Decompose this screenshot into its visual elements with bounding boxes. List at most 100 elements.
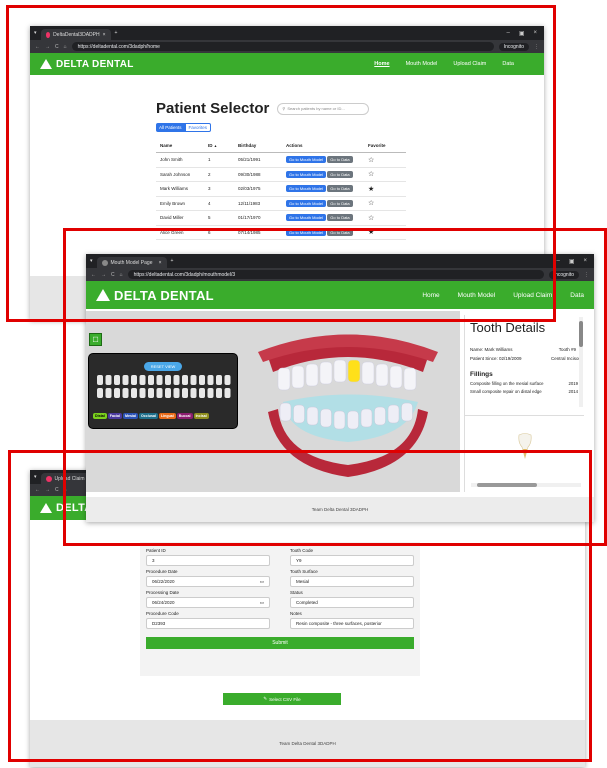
go-to-data-button[interactable]: Go to Data xyxy=(327,185,353,193)
home-icon[interactable]: ⌂ xyxy=(64,44,67,50)
lower-tooth[interactable] xyxy=(293,404,305,424)
brand-logo[interactable]: DELTA DENTAL xyxy=(96,288,214,303)
lower-tooth[interactable] xyxy=(306,406,319,426)
tooth-chart-tooth[interactable] xyxy=(105,388,112,398)
tab-menu-icon[interactable]: ▾ xyxy=(34,30,37,36)
favorite-star-icon[interactable]: ☆ xyxy=(368,200,374,207)
surface-buccal[interactable]: Buccal xyxy=(176,413,193,419)
upper-tooth[interactable] xyxy=(291,365,305,389)
lower-tooth[interactable] xyxy=(374,406,386,426)
lower-tooth[interactable] xyxy=(279,402,292,422)
upper-tooth[interactable] xyxy=(319,361,333,385)
tooth-chart-tooth[interactable] xyxy=(139,388,146,398)
new-tab-icon[interactable]: + xyxy=(115,30,118,36)
tooth-chart-tooth[interactable] xyxy=(165,388,171,398)
forward-icon[interactable]: → xyxy=(45,44,50,50)
tooth-chart-tooth[interactable] xyxy=(114,388,120,398)
tooth-chart-tooth[interactable] xyxy=(207,375,214,385)
surface-incisal[interactable]: Incisal xyxy=(193,413,209,419)
tooth-chart-tooth[interactable] xyxy=(131,388,137,398)
selected-tooth[interactable] xyxy=(347,359,361,383)
toggle-panel-button[interactable]: ☐ xyxy=(89,333,102,346)
home-icon[interactable]: ⌂ xyxy=(120,272,123,278)
go-to-mouth-model-button[interactable]: Go to Mouth Model xyxy=(286,214,327,222)
tab-menu-icon[interactable]: ▾ xyxy=(90,258,93,264)
go-to-data-button[interactable]: Go to Data xyxy=(327,170,353,178)
back-icon[interactable]: ← xyxy=(91,272,96,278)
procedure-date-field[interactable]: 06/22/2020 ▭ xyxy=(146,576,270,587)
favorite-star-icon[interactable]: ★ xyxy=(368,229,374,236)
tooth-chart-tooth[interactable] xyxy=(148,375,154,385)
patient-id-field[interactable]: 3 xyxy=(146,555,270,566)
tab-menu-icon[interactable]: ▾ xyxy=(34,474,37,480)
close-tab-icon[interactable]: × xyxy=(103,32,106,38)
col-id[interactable]: ID ▲ xyxy=(204,138,234,153)
upper-tooth[interactable] xyxy=(305,363,319,387)
go-to-mouth-model-button[interactable]: Go to Mouth Model xyxy=(286,156,327,164)
close-icon[interactable]: × xyxy=(533,30,537,37)
status-field[interactable]: Completed xyxy=(290,597,414,608)
panel-scrollbar[interactable] xyxy=(579,317,583,407)
surface-facial[interactable]: Facial xyxy=(107,413,122,419)
favorite-star-icon[interactable]: ☆ xyxy=(368,215,374,222)
filter-all-patients[interactable]: All Patients xyxy=(156,123,185,132)
col-name[interactable]: Name xyxy=(156,138,204,153)
url-field[interactable]: https://deltadental.com/3dadph/mouthmode… xyxy=(127,270,544,279)
nav-mouth-model[interactable]: Mouth Model xyxy=(406,61,438,67)
tooth-chart-tooth[interactable] xyxy=(148,388,154,398)
upper-tooth[interactable] xyxy=(389,365,403,389)
tooth-chart-tooth[interactable] xyxy=(114,375,120,385)
back-icon[interactable]: ← xyxy=(35,44,40,50)
notes-field[interactable]: Resin composite - three surfaces, poster… xyxy=(290,618,414,629)
select-csv-button[interactable]: ✎ Select CSV File xyxy=(223,693,341,705)
tooth-surface-field[interactable]: Mesial xyxy=(290,576,414,587)
reload-icon[interactable]: C xyxy=(111,272,115,278)
lower-tooth[interactable] xyxy=(347,410,359,430)
search-input[interactable]: ⚲ Search patients by name or ID... xyxy=(277,102,370,115)
surface-mesial[interactable]: Mesial xyxy=(123,413,138,419)
tooth-chart-tooth[interactable] xyxy=(173,388,180,398)
tooth-chart-tooth[interactable] xyxy=(97,375,103,385)
go-to-data-button[interactable]: Go to Data xyxy=(327,228,353,236)
tooth-chart-tooth[interactable] xyxy=(182,388,188,398)
tooth-chart-tooth[interactable] xyxy=(199,388,205,398)
close-icon[interactable]: × xyxy=(583,258,587,265)
lower-tooth[interactable] xyxy=(360,408,373,428)
upper-tooth[interactable] xyxy=(277,367,291,391)
tooth-chart-tooth[interactable] xyxy=(156,388,163,398)
go-to-mouth-model-button[interactable]: Go to Mouth Model xyxy=(286,228,327,236)
tooth-chart-tooth[interactable] xyxy=(173,375,180,385)
forward-icon[interactable]: → xyxy=(101,272,106,278)
nav-data[interactable]: Data xyxy=(570,292,584,299)
lower-tooth[interactable] xyxy=(320,408,332,428)
nav-data[interactable]: Data xyxy=(502,61,514,67)
minimize-icon[interactable]: – xyxy=(556,258,559,265)
horizontal-scrollbar[interactable] xyxy=(471,483,581,487)
nav-home[interactable]: Home xyxy=(422,292,439,299)
browser-tab[interactable]: Mouth Model Page × xyxy=(96,257,167,268)
menu-icon[interactable]: ⋮ xyxy=(584,272,589,278)
surface-distal[interactable]: Distal xyxy=(93,413,107,419)
tooth-chart-tooth[interactable] xyxy=(199,375,205,385)
tooth-chart-tooth[interactable] xyxy=(156,375,163,385)
go-to-data-button[interactable]: Go to Data xyxy=(327,156,353,164)
nav-upload-claim[interactable]: Upload Claim xyxy=(513,292,552,299)
close-tab-icon[interactable]: × xyxy=(159,260,162,266)
home-icon[interactable]: ⌂ xyxy=(64,487,67,493)
go-to-mouth-model-button[interactable]: Go to Mouth Model xyxy=(286,185,327,193)
submit-button[interactable]: Submit xyxy=(146,637,414,649)
lower-tooth[interactable] xyxy=(387,404,400,424)
nav-upload-claim[interactable]: Upload Claim xyxy=(453,61,486,67)
favorite-star-icon[interactable]: ☆ xyxy=(368,157,374,164)
back-icon[interactable]: ← xyxy=(35,487,40,493)
restore-icon[interactable]: ▣ xyxy=(519,30,525,37)
menu-icon[interactable]: ⋮ xyxy=(534,44,539,50)
tooth-chart-tooth[interactable] xyxy=(224,388,231,398)
forward-icon[interactable]: → xyxy=(45,487,50,493)
tooth-chart-tooth[interactable] xyxy=(97,388,103,398)
restore-icon[interactable]: ▣ xyxy=(569,258,575,265)
go-to-data-button[interactable]: Go to Data xyxy=(327,214,353,222)
tooth-chart-tooth[interactable] xyxy=(131,375,137,385)
tooth-chart-tooth[interactable] xyxy=(216,388,222,398)
processing-date-field[interactable]: 06/24/2020 ▭ xyxy=(146,597,270,608)
